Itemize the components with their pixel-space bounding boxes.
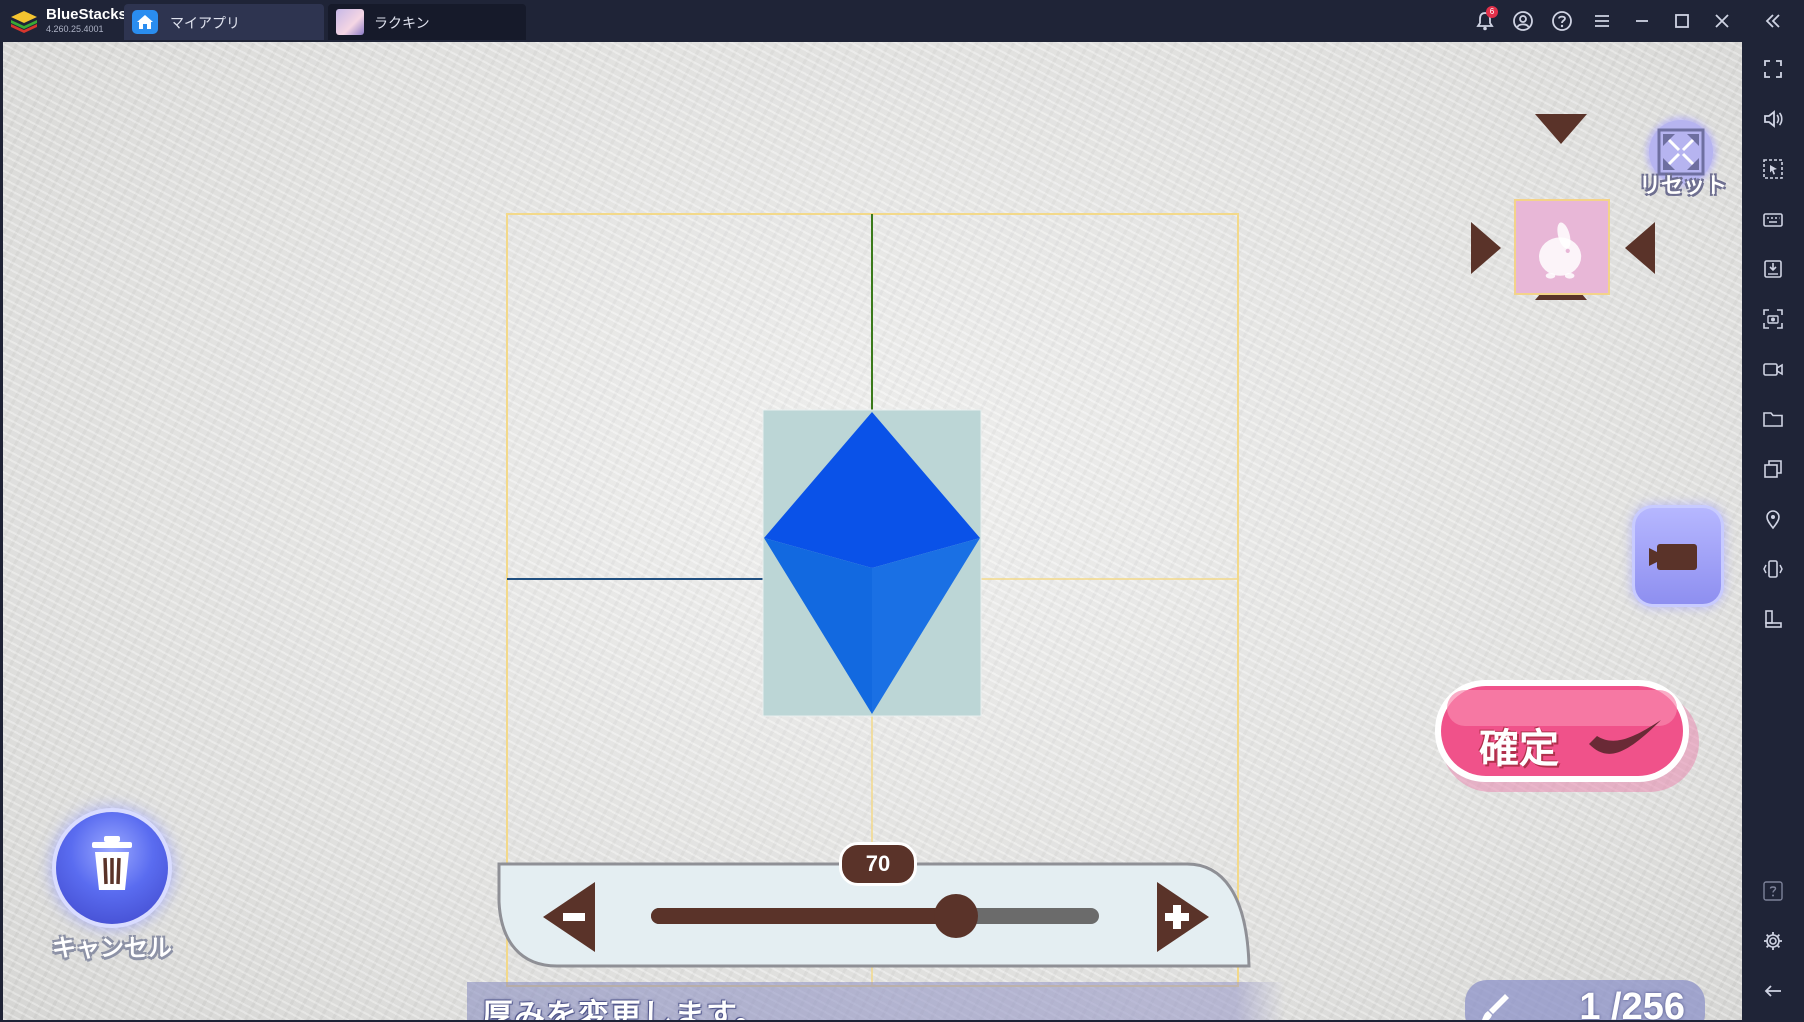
trash-icon — [92, 836, 132, 890]
confirm-label: 確定 — [1479, 726, 1559, 772]
notification-badge: 6 — [1486, 6, 1498, 18]
settings-icon[interactable] — [1760, 928, 1786, 954]
bluestacks-brand: BlueStacks 4.260.25.4001 — [10, 6, 127, 36]
increase-button[interactable] — [1153, 880, 1213, 954]
dpad-preview[interactable] — [1514, 199, 1610, 295]
location-icon[interactable] — [1760, 506, 1786, 532]
bell-icon[interactable]: 6 — [1472, 6, 1498, 34]
right-toolbar — [1742, 42, 1804, 1022]
close-icon[interactable] — [1709, 8, 1735, 34]
home-icon — [132, 10, 158, 34]
slider-fill — [651, 908, 956, 924]
menu-icon[interactable] — [1589, 8, 1615, 34]
cancel-circle — [56, 812, 168, 924]
thickness-slider[interactable] — [651, 894, 1099, 938]
cancel-button[interactable]: キャンセル — [50, 812, 180, 1012]
folder-icon[interactable] — [1760, 406, 1786, 432]
volume-icon[interactable] — [1760, 106, 1786, 132]
camera-button[interactable] — [1635, 508, 1721, 604]
app-name: BlueStacks — [46, 6, 127, 23]
brush-icon — [1481, 994, 1509, 1020]
shake-icon[interactable] — [1760, 556, 1786, 582]
thickness-value-badge: 70 — [839, 842, 917, 886]
collapse-sidebar-icon[interactable] — [1760, 8, 1786, 34]
slider-thumb[interactable] — [933, 894, 978, 938]
confirm-button-shape — [1435, 680, 1699, 792]
move-left-arrow[interactable] — [1469, 220, 1503, 276]
app-version: 4.260.25.4001 — [46, 24, 104, 34]
hint-bar: 厚みを変更します。 — [467, 982, 1285, 1020]
move-right-arrow[interactable] — [1623, 220, 1657, 276]
help-icon[interactable] — [1549, 8, 1575, 34]
apk-install-icon[interactable] — [1760, 256, 1786, 282]
reset-label: リセット — [1638, 174, 1727, 199]
move-up-arrow[interactable] — [1533, 112, 1589, 146]
keyboard-icon[interactable] — [1760, 206, 1786, 232]
pointer-icon[interactable] — [1760, 156, 1786, 182]
tab-label: マイアプリ — [170, 16, 240, 32]
tab-my-apps[interactable]: マイアプリ — [124, 4, 324, 40]
multi-instance-icon[interactable] — [1760, 456, 1786, 482]
fullscreen-icon[interactable] — [1760, 56, 1786, 82]
maximize-icon[interactable] — [1669, 8, 1695, 34]
decrease-button[interactable] — [539, 880, 599, 954]
camera-icon — [1649, 544, 1697, 570]
hint-text: 厚みを変更します。 — [482, 998, 767, 1020]
minimize-icon[interactable] — [1629, 8, 1655, 34]
layer-count-text: 1 /256 — [1579, 986, 1685, 1020]
tab-game[interactable]: ラクキン — [328, 4, 526, 40]
account-icon[interactable] — [1510, 8, 1536, 34]
mascot-icon — [1539, 222, 1582, 279]
title-bar: BlueStacks 4.260.25.4001 マイアプリ ラクキン 6 — [0, 0, 1804, 42]
confirm-button[interactable]: 確定 — [1435, 680, 1703, 800]
back-icon[interactable] — [1760, 978, 1786, 1004]
layer-counter: 1 /256 — [1465, 980, 1705, 1020]
rotate-icon[interactable] — [1760, 606, 1786, 632]
record-icon[interactable] — [1760, 356, 1786, 382]
cancel-label: キャンセル — [52, 934, 172, 962]
screenshot-icon[interactable] — [1760, 306, 1786, 332]
game-thumbnail-icon — [336, 9, 364, 35]
reset-button[interactable]: リセット — [1635, 120, 1727, 210]
game-viewport[interactable]: リセット 確定 キャンセル 70 厚みを変更します。 1 /256 — [3, 42, 1742, 1020]
help-icon[interactable] — [1760, 878, 1786, 904]
tab-label: ラクキン — [374, 16, 430, 32]
bluestacks-logo-icon — [11, 11, 37, 33]
